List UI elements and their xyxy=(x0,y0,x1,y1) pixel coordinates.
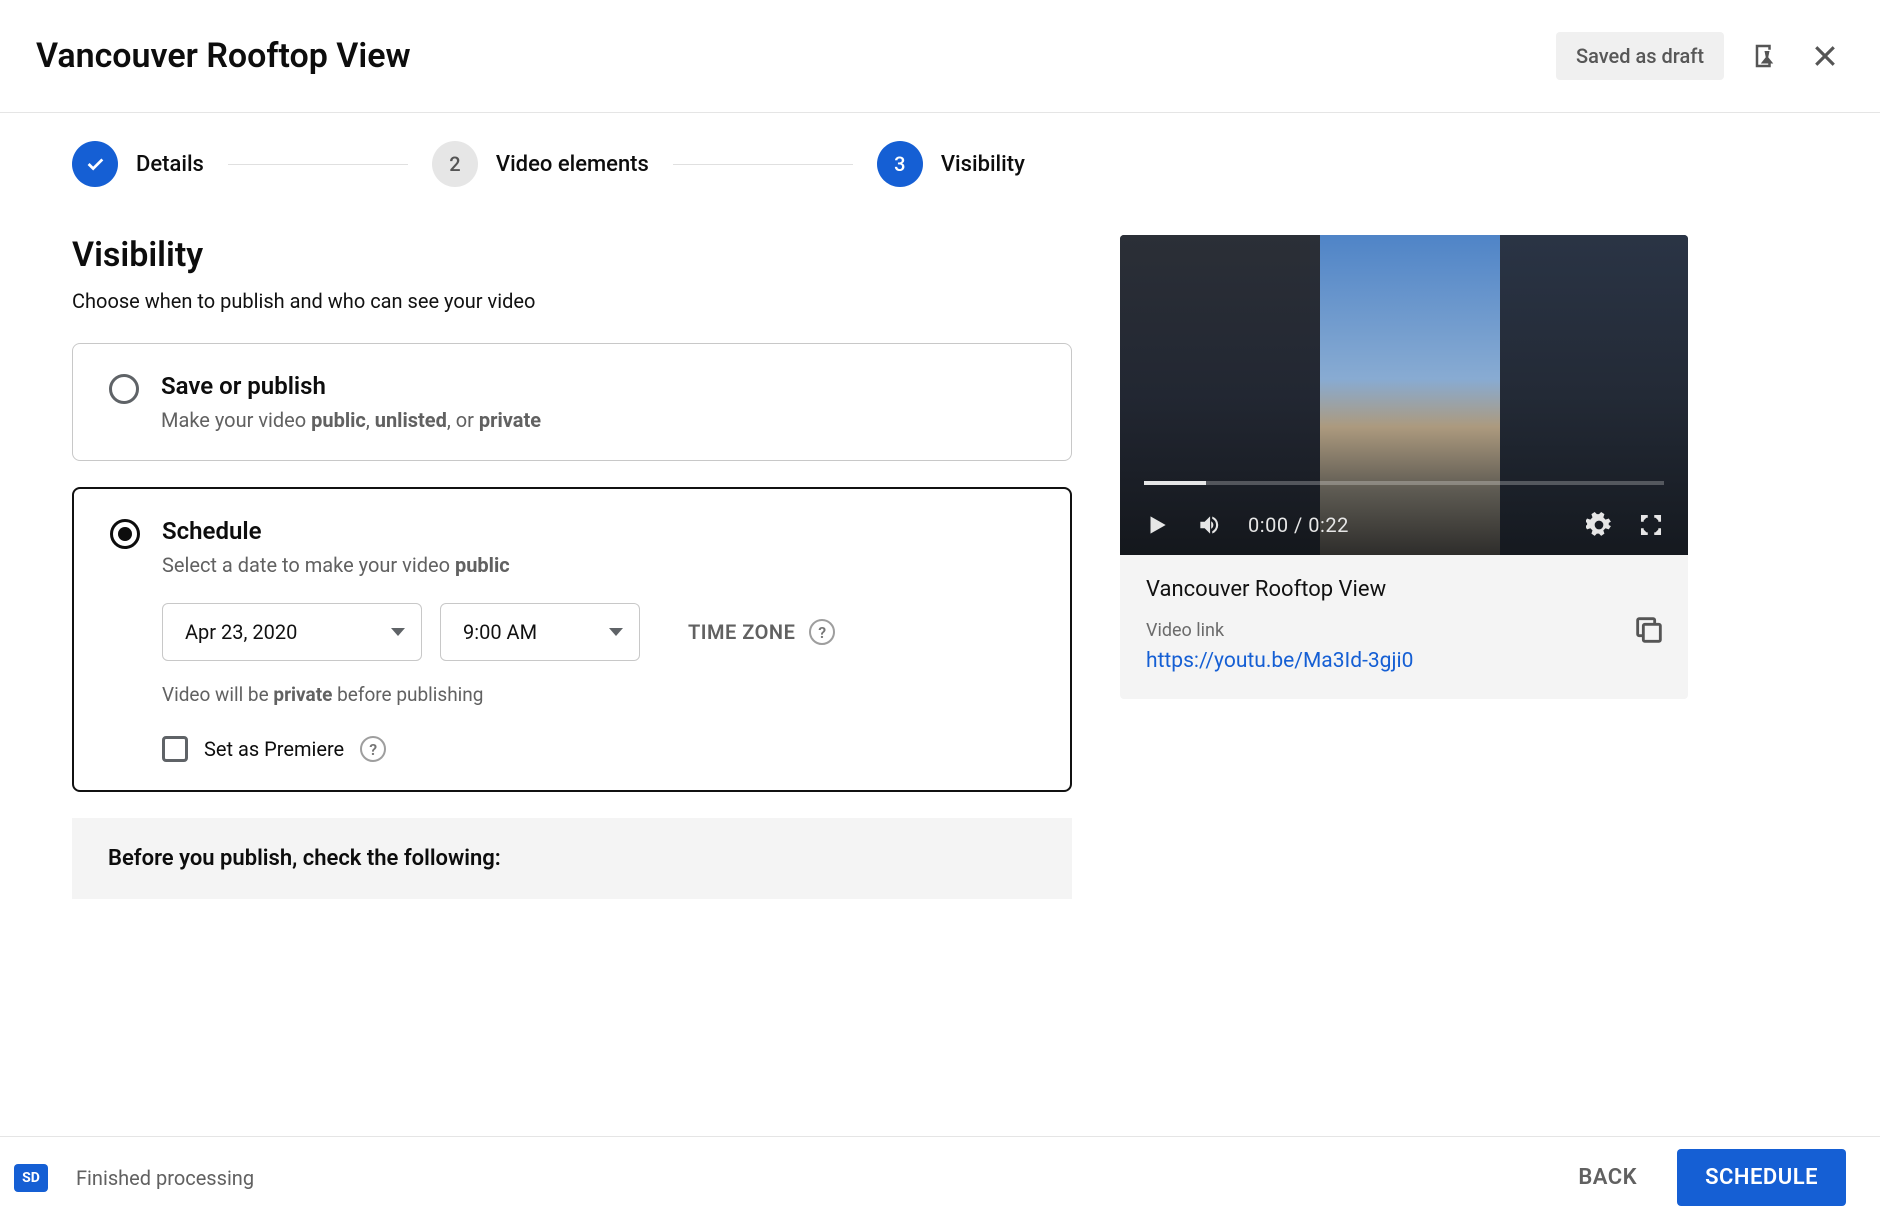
dialog-header: Vancouver Rooftop View Saved as draft xyxy=(0,0,1880,113)
option-title: Save or publish xyxy=(161,372,541,400)
help-icon[interactable]: ? xyxy=(360,736,386,762)
close-icon[interactable] xyxy=(1810,41,1840,71)
check-icon xyxy=(72,141,118,187)
step-divider xyxy=(228,164,408,165)
schedule-note: Video will be private before publishing xyxy=(162,683,1034,706)
step-divider xyxy=(673,164,853,165)
quality-badge: SD xyxy=(14,1164,48,1192)
volume-icon[interactable] xyxy=(1196,512,1222,538)
chevron-down-icon xyxy=(609,628,623,636)
option-schedule[interactable]: Schedule Select a date to make your vide… xyxy=(72,487,1072,792)
header-actions: Saved as draft xyxy=(1556,32,1840,80)
text: Select a date to make your video xyxy=(162,553,455,577)
premiere-checkbox[interactable] xyxy=(162,736,188,762)
video-preview[interactable]: 0:00 / 0:22 xyxy=(1120,235,1688,555)
video-link-label: Video link xyxy=(1146,620,1662,641)
option-save-or-publish[interactable]: Save or publish Make your video public, … xyxy=(72,343,1072,461)
copy-icon[interactable] xyxy=(1632,613,1666,647)
step-label: Details xyxy=(136,152,204,177)
text-bold: private xyxy=(273,683,332,706)
premiere-label: Set as Premiere xyxy=(204,737,344,761)
step-label: Video elements xyxy=(496,152,649,177)
text-bold: public xyxy=(455,553,510,577)
text: Video will be xyxy=(162,683,273,706)
video-time: 0:00 / 0:22 xyxy=(1248,513,1349,537)
draft-status-chip: Saved as draft xyxy=(1556,32,1724,80)
gear-icon[interactable] xyxy=(1586,512,1612,538)
video-progress-bar[interactable] xyxy=(1144,481,1664,485)
text-bold: unlisted xyxy=(375,408,447,432)
step-details[interactable]: Details xyxy=(72,141,204,187)
stepper: Details 2 Video elements 3 Visibility xyxy=(72,141,1808,187)
option-title: Schedule xyxy=(162,517,510,545)
section-heading: Visibility xyxy=(72,235,1072,275)
chevron-down-icon xyxy=(391,628,405,636)
page-title: Vancouver Rooftop View xyxy=(36,36,411,76)
timezone-label: TIME ZONE ? xyxy=(688,619,835,645)
date-picker[interactable]: Apr 23, 2020 xyxy=(162,603,422,661)
text: , xyxy=(366,408,375,432)
schedule-button[interactable]: SCHEDULE xyxy=(1677,1149,1846,1206)
processing-status: Finished processing xyxy=(76,1166,254,1190)
publish-notice: Before you publish, check the following: xyxy=(72,818,1072,899)
date-value: Apr 23, 2020 xyxy=(185,620,297,644)
help-icon[interactable]: ? xyxy=(809,619,835,645)
text: , or xyxy=(447,408,479,432)
play-icon[interactable] xyxy=(1144,512,1170,538)
time-value: 9:00 AM xyxy=(463,620,537,644)
video-meta: Vancouver Rooftop View Video link https:… xyxy=(1120,555,1688,699)
radio-save-or-publish[interactable] xyxy=(109,374,139,404)
dialog-footer: SD Finished processing BACK SCHEDULE xyxy=(0,1136,1880,1218)
content-area: Details 2 Video elements 3 Visibility Vi… xyxy=(0,113,1880,899)
fullscreen-icon[interactable] xyxy=(1638,512,1664,538)
radio-schedule[interactable] xyxy=(110,519,140,549)
text: TIME ZONE xyxy=(688,620,795,644)
text-bold: private xyxy=(479,408,541,432)
text: before publishing xyxy=(332,683,483,706)
back-button[interactable]: BACK xyxy=(1556,1151,1659,1204)
exit-icon[interactable] xyxy=(1752,41,1782,71)
step-number: 3 xyxy=(877,141,923,187)
video-controls: 0:00 / 0:22 xyxy=(1120,495,1688,555)
text-bold: public xyxy=(311,408,366,432)
step-visibility[interactable]: 3 Visibility xyxy=(877,141,1025,187)
video-link[interactable]: https://youtu.be/Ma3Id-3gji0 xyxy=(1146,649,1662,673)
section-subheading: Choose when to publish and who can see y… xyxy=(72,289,1072,313)
video-title: Vancouver Rooftop View xyxy=(1146,577,1662,602)
text: Make your video xyxy=(161,408,311,432)
option-desc: Make your video public, unlisted, or pri… xyxy=(161,408,541,432)
step-video-elements[interactable]: 2 Video elements xyxy=(432,141,649,187)
option-desc: Select a date to make your video public xyxy=(162,553,510,577)
step-number: 2 xyxy=(432,141,478,187)
step-label: Visibility xyxy=(941,152,1025,177)
time-picker[interactable]: 9:00 AM xyxy=(440,603,640,661)
